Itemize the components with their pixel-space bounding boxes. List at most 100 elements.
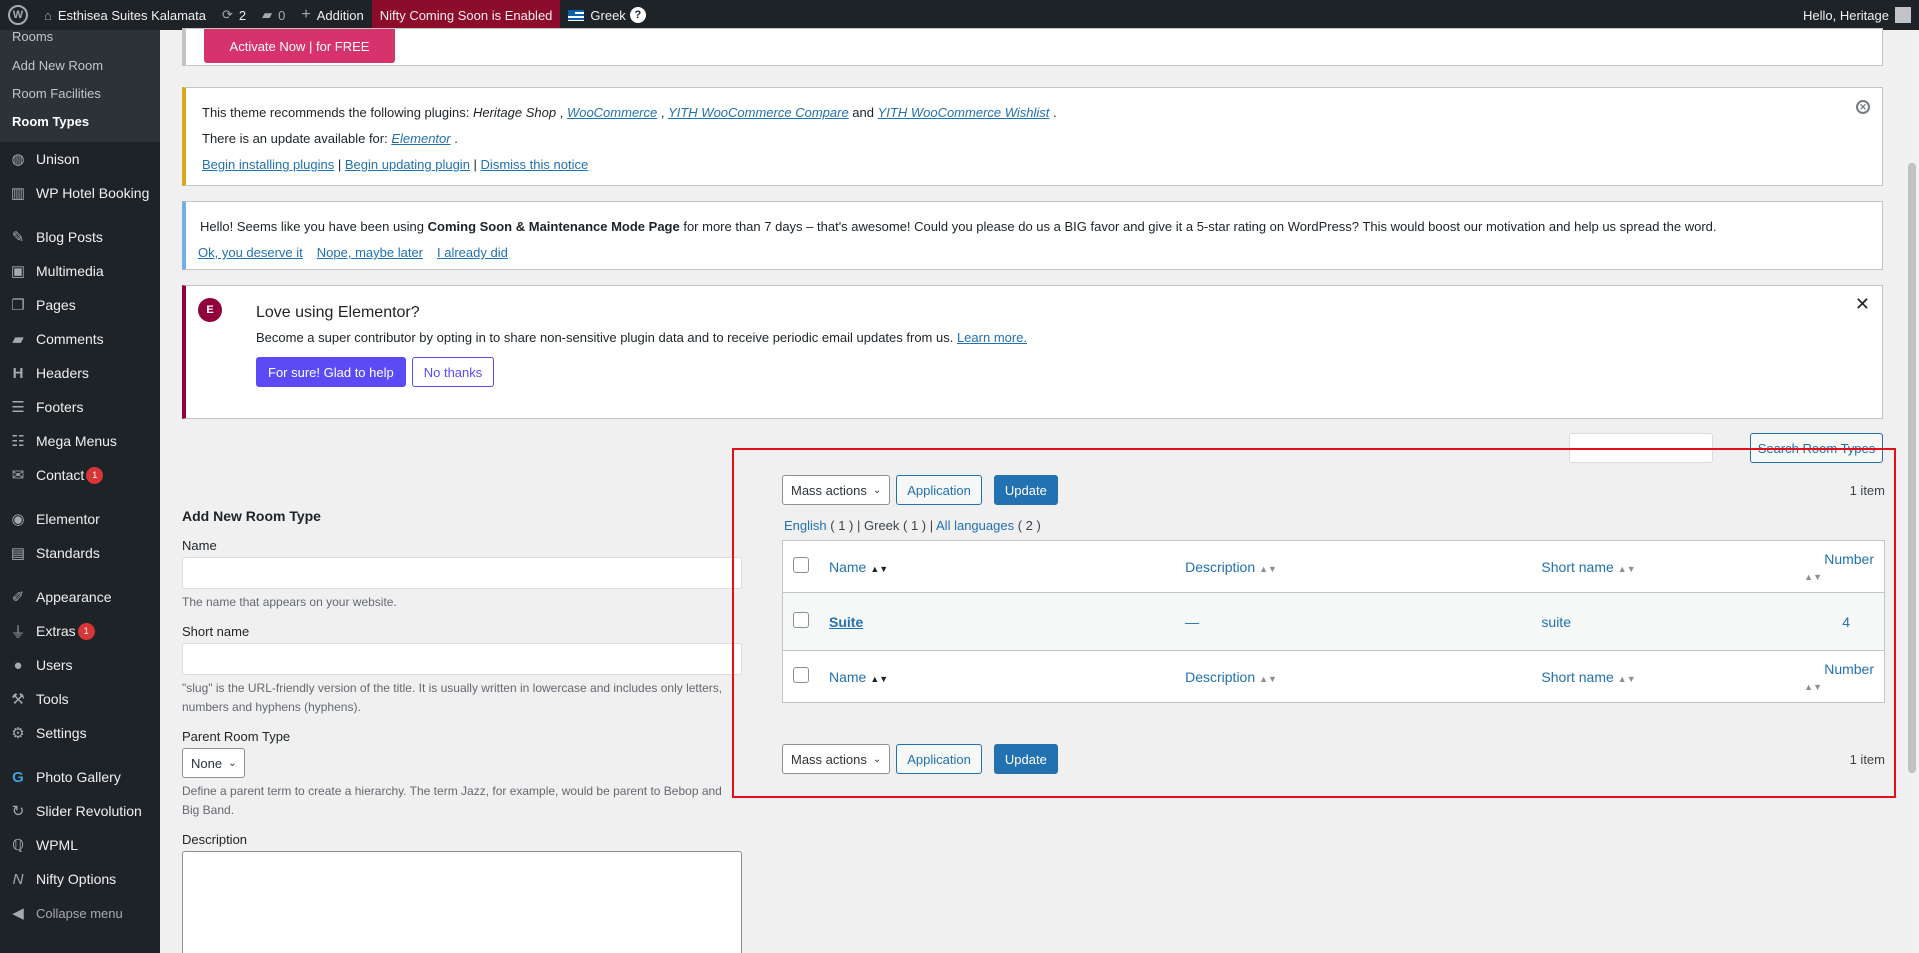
language-switcher[interactable]: Greek? <box>560 0 653 30</box>
sidebar-item-pages[interactable]: ❐ Pages <box>0 288 160 322</box>
sidebar-item-tools[interactable]: ⚒ Tools <box>0 682 160 716</box>
column-name-footer[interactable]: Name ▲▼ <box>819 650 1176 703</box>
chevron-down-icon: ⌄ <box>872 484 882 496</box>
begin-installing-link[interactable]: Begin installing plugins <box>202 157 334 172</box>
learn-more-link[interactable]: Learn more. <box>957 330 1027 345</box>
sidebar-item-users[interactable]: ● Users <box>0 648 160 682</box>
dismiss-notice-link[interactable]: Dismiss this notice <box>481 157 589 172</box>
select-all-checkbox[interactable] <box>793 557 809 573</box>
sidebar-item-label: Standards <box>36 545 100 561</box>
description-textarea[interactable] <box>182 851 742 953</box>
help-icon: ? <box>629 7 646 23</box>
wp-logo-menu[interactable]: W <box>0 0 36 30</box>
sidebar-item-wpml[interactable]: ℚ WPML <box>0 828 160 862</box>
comments-link[interactable]: ▰ 0 <box>254 0 293 30</box>
sidebar-item-elementor[interactable]: ◉ Elementor <box>0 502 160 536</box>
update-button-bottom[interactable]: Update <box>993 744 1058 774</box>
sidebar-item-wp-hotel-booking[interactable]: ▥ WP Hotel Booking <box>0 176 160 210</box>
row-number-link[interactable]: 4 <box>1842 614 1850 630</box>
column-number[interactable]: Number ▲▼ <box>1790 540 1885 593</box>
sidebar-item-slider-revolution[interactable]: ↻ Slider Revolution <box>0 794 160 828</box>
sidebar-item-unison[interactable]: ◍ Unison <box>0 142 160 176</box>
sort-icon: ▲▼ <box>1804 571 1822 582</box>
lang-greek-current: Greek ( 1 ) <box>864 518 927 533</box>
scrollbar-thumb[interactable] <box>1908 163 1916 773</box>
deserve-it-link[interactable]: Ok, you deserve it <box>198 245 303 260</box>
submenu-add-new-room[interactable]: Add New Room <box>0 52 160 80</box>
sidebar-item-settings[interactable]: ⚙ Settings <box>0 716 160 750</box>
sidebar-item-contact[interactable]: ✉ Contact 1 <box>0 458 160 492</box>
plugin-link-yith-compare[interactable]: YITH WooCommerce Compare <box>668 105 849 120</box>
short-name-field[interactable] <box>182 643 742 675</box>
updates-link[interactable]: ⟳ 2 <box>214 0 254 30</box>
collapse-menu-button[interactable]: ◀ Collapse menu <box>0 896 160 930</box>
sort-icon: ▲▼ <box>870 563 889 574</box>
rating-links: Ok, you deserve it Nope, maybe later I alr… <box>198 240 1868 266</box>
site-name-link[interactable]: ⌂ Esthisea Suites Kalamata <box>36 0 214 30</box>
submenu-room-types[interactable]: Room Types <box>0 108 160 136</box>
update-button[interactable]: Update <box>993 475 1058 505</box>
tablenav-bottom: Mass actions ⌄ Application Update 1 item <box>782 744 1885 774</box>
sidebar-item-extras[interactable]: ⏚ Extras 1 <box>0 614 160 648</box>
column-description-footer[interactable]: Description ▲▼ <box>1175 650 1532 703</box>
sidebar-item-photo-gallery[interactable]: G Photo Gallery <box>0 760 160 794</box>
begin-updating-link[interactable]: Begin updating plugin <box>345 157 470 172</box>
bulk-actions-select[interactable]: Mass actions ⌄ <box>782 475 891 505</box>
mail-icon: ✉ <box>11 467 25 484</box>
new-content-link[interactable]: + Addition <box>293 0 371 30</box>
sidebar-item-label: Pages <box>36 297 76 313</box>
bulk-actions-select-bottom[interactable]: Mass actions ⌄ <box>782 744 891 774</box>
updates-icon: ⟳ <box>222 7 233 22</box>
chevron-down-icon: ⌄ <box>228 757 237 769</box>
hotel-icon: ▥ <box>10 185 26 202</box>
parent-help: Define a parent term to create a hierarc… <box>182 784 722 817</box>
nifty-status-link[interactable]: Nifty Coming Soon is Enabled <box>371 0 561 30</box>
nifty-status: Nifty Coming Soon is Enabled <box>379 7 553 23</box>
apply-button[interactable]: Application <box>896 475 982 505</box>
plugin-actions: Begin installing plugins | Begin updatin… <box>202 157 589 172</box>
sidebar-item-appearance[interactable]: ✐ Appearance <box>0 580 160 614</box>
wpml-icon: ℚ <box>12 837 24 854</box>
elementor-optin-title: Love using Elementor? <box>256 304 420 321</box>
sidebar-item-nifty-options[interactable]: N Nifty Options <box>0 862 160 896</box>
column-short-name[interactable]: Short name ▲▼ <box>1531 540 1791 593</box>
avatar <box>1895 7 1911 23</box>
sidebar-item-standards[interactable]: ▤ Standards <box>0 536 160 570</box>
optin-yes-button[interactable]: For sure! Glad to help <box>256 357 406 387</box>
apply-button-bottom[interactable]: Application <box>896 744 982 774</box>
parent-select[interactable]: None ⌄ <box>182 748 246 778</box>
dismiss-icon[interactable]: ✕ <box>1856 100 1870 114</box>
plugin-link-elementor[interactable]: Elementor <box>391 131 450 146</box>
row-checkbox[interactable] <box>793 612 809 628</box>
optin-no-button[interactable]: No thanks <box>411 357 495 387</box>
lang-all-link[interactable]: All languages <box>936 518 1014 533</box>
sidebar-item-headers[interactable]: H Headers <box>0 356 160 390</box>
maybe-later-link[interactable]: Nope, maybe later <box>317 245 423 260</box>
submenu-room-facilities[interactable]: Room Facilities <box>0 80 160 108</box>
select-all-checkbox-footer[interactable] <box>793 667 809 683</box>
description-label: Description <box>182 832 248 847</box>
menu-icon: ☷ <box>11 433 25 450</box>
account-menu[interactable]: Hello, Heritage <box>1795 0 1919 30</box>
sidebar-item-blog-posts[interactable]: ✎ Blog Posts <box>0 220 160 254</box>
sidebar-item-label: Slider Revolution <box>36 803 142 819</box>
sidebar-item-mega-menus[interactable]: ☷ Mega Menus <box>0 424 160 458</box>
sidebar-item-multimedia[interactable]: ▣ Multimedia <box>0 254 160 288</box>
comments-icon: ▰ <box>12 331 24 348</box>
row-name-link[interactable]: Suite <box>829 614 863 630</box>
column-number-footer[interactable]: Number ▲▼ <box>1790 650 1885 703</box>
page-scrollbar[interactable] <box>1905 30 1919 953</box>
submenu-rooms[interactable]: Rooms <box>0 30 160 52</box>
name-field[interactable] <box>182 557 742 589</box>
column-description[interactable]: Description ▲▼ <box>1175 540 1532 593</box>
plugin-link-yith-wishlist[interactable]: YITH WooCommerce Wishlist <box>878 105 1050 120</box>
lang-english-link[interactable]: English <box>784 518 827 533</box>
column-name[interactable]: Name ▲▼ <box>819 540 1176 593</box>
activate-now-button[interactable]: Activate Now | for FREE <box>204 29 395 63</box>
sidebar-item-comments[interactable]: ▰ Comments <box>0 322 160 356</box>
plugin-link-woocommerce[interactable]: WooCommerce <box>567 105 657 120</box>
sidebar-item-footers[interactable]: ☰ Footers <box>0 390 160 424</box>
sidebar-item-label: Users <box>36 657 73 673</box>
column-short-name-footer[interactable]: Short name ▲▼ <box>1531 650 1791 703</box>
already-did-link[interactable]: I already did <box>437 245 508 260</box>
